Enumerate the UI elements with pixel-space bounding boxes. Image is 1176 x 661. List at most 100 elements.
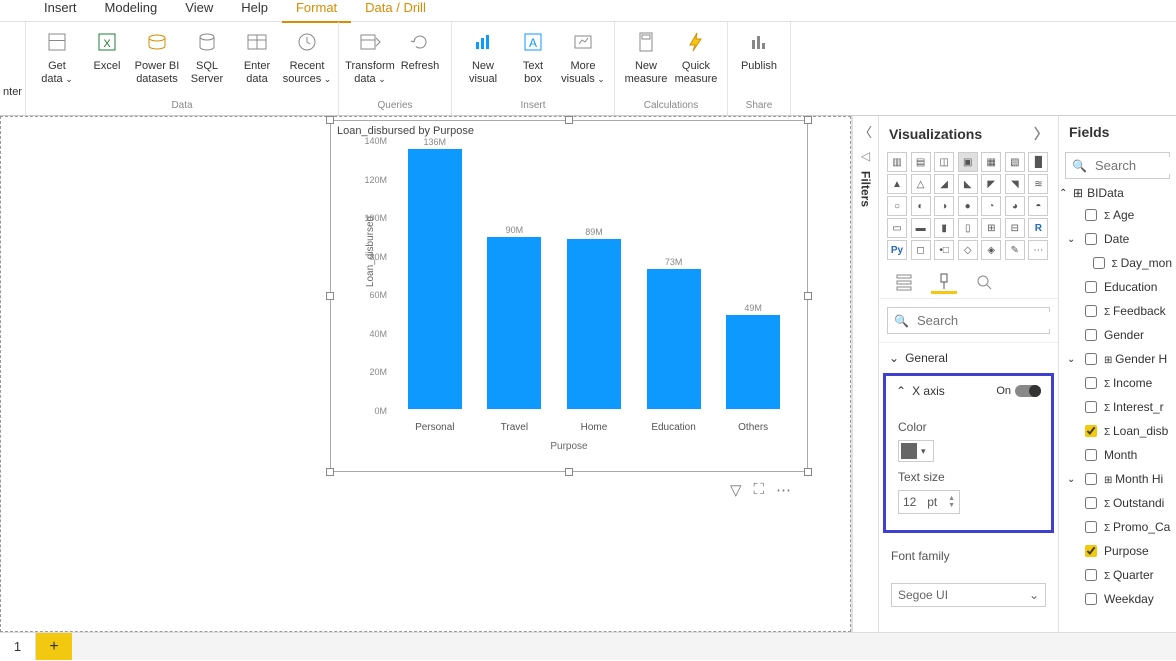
bar[interactable] [726,315,780,409]
viz-search[interactable]: 🔍 [887,307,1050,334]
field-checkbox[interactable] [1085,497,1097,509]
resize-handle[interactable] [804,116,812,124]
viz-type-icon[interactable]: ⊞ [981,218,1001,238]
more-visuals-button[interactable]: More visuals [558,24,608,86]
viz-type-icon[interactable]: ◈ [981,240,1001,260]
general-section[interactable]: ⌄General [879,343,1058,373]
resize-handle[interactable] [804,468,812,476]
field-checkbox[interactable] [1085,209,1097,221]
filter-shape-icon[interactable]: ◁ [861,149,870,163]
field-checkbox[interactable] [1085,233,1097,245]
field-checkbox[interactable] [1085,305,1097,317]
recent-sources-button[interactable]: Recent sources [282,24,332,86]
xaxis-color-picker[interactable]: ▾ [898,440,934,462]
viz-type-icon[interactable]: ◤ [981,174,1001,194]
field-checkbox[interactable] [1085,521,1097,533]
viz-type-icon[interactable]: ◕ [1005,196,1025,216]
bar[interactable] [567,239,621,409]
viz-type-icon[interactable]: ▭ [887,218,907,238]
resize-handle[interactable] [326,292,334,300]
collapse-viz-icon[interactable]: 〉 [1034,124,1048,144]
font-family-select[interactable]: Segoe UI ⌄ [891,583,1046,607]
field-checkbox[interactable] [1085,473,1097,485]
tab-view[interactable]: View [171,0,227,21]
field-row[interactable]: Weekday [1059,587,1176,611]
transform-data-button[interactable]: Transform data [345,24,395,86]
viz-type-icon[interactable]: ◻ [911,240,931,260]
viz-type-icon[interactable]: ○ [887,196,907,216]
fields-tab[interactable] [891,270,917,294]
viz-type-icon[interactable]: ◔ [981,196,1001,216]
field-checkbox[interactable] [1085,569,1097,581]
viz-type-icon[interactable]: ◇ [958,240,978,260]
quick-measure-button[interactable]: Quick measure [671,24,721,86]
field-row[interactable]: ⌄Gender H [1059,347,1176,371]
viz-type-icon[interactable]: R [1028,218,1048,238]
fields-search-input[interactable] [1093,157,1176,174]
viz-type-icon[interactable]: ◥ [1005,174,1025,194]
field-checkbox[interactable] [1085,545,1097,557]
format-tab[interactable] [931,270,957,294]
step-up-icon[interactable]: ▲ [948,495,955,502]
viz-type-icon[interactable]: ▣ [958,152,978,172]
enter-data-button[interactable]: Enter data [232,24,282,86]
fields-table-header[interactable]: ⌃⊞BIData [1059,183,1176,203]
field-row[interactable]: Feedback [1059,299,1176,323]
xaxis-toggle[interactable]: On [996,385,1041,397]
viz-type-icon[interactable]: █ [1028,152,1048,172]
excel-button[interactable]: XExcel [82,24,132,73]
viz-type-icon[interactable]: ▮ [934,218,954,238]
viz-type-icon[interactable]: ⊟ [1005,218,1025,238]
field-checkbox[interactable] [1085,377,1097,389]
viz-type-icon[interactable]: ◓ [1028,196,1048,216]
tab-data-drill[interactable]: Data / Drill [351,0,440,21]
resize-handle[interactable] [565,116,573,124]
field-row[interactable]: Purpose [1059,539,1176,563]
viz-type-icon[interactable]: ▬ [911,218,931,238]
field-checkbox[interactable] [1093,257,1105,269]
field-checkbox[interactable] [1085,425,1097,437]
viz-search-input[interactable] [915,312,1058,329]
field-row[interactable]: Promo_Ca [1059,515,1176,539]
xaxis-text-size-input[interactable]: 12 pt ▲▼ [898,490,960,514]
viz-type-icon[interactable]: ◑ [934,196,954,216]
viz-type-icon[interactable]: ⋯ [1028,240,1048,260]
resize-handle[interactable] [326,116,334,124]
field-checkbox[interactable] [1085,329,1097,341]
pbi-datasets-button[interactable]: Power BI datasets [132,24,182,86]
viz-type-icon[interactable]: ▥ [887,152,907,172]
text-box-button[interactable]: AText box [508,24,558,86]
viz-type-icon[interactable]: ✎ [1005,240,1025,260]
viz-type-icon[interactable]: ◐ [911,196,931,216]
tab-help[interactable]: Help [227,0,282,21]
refresh-button[interactable]: Refresh [395,24,445,73]
viz-type-icon[interactable]: ▯ [958,218,978,238]
field-row[interactable]: ⌄Month Hi [1059,467,1176,491]
new-measure-button[interactable]: New measure [621,24,671,86]
tab-format[interactable]: Format [282,0,351,23]
field-checkbox[interactable] [1085,353,1097,365]
field-row[interactable]: Day_mon [1059,251,1176,275]
more-options-icon[interactable]: ⋯ [776,481,791,499]
viz-type-icon[interactable]: ▦ [981,152,1001,172]
bar-chart-visual[interactable]: Loan_disbursed by Purpose Loan_disbursed… [330,120,808,472]
sql-server-button[interactable]: SQL Server [182,24,232,86]
field-row[interactable]: Income [1059,371,1176,395]
focus-mode-icon[interactable]: ⛶ [753,481,764,499]
field-checkbox[interactable] [1085,401,1097,413]
field-row[interactable]: Month [1059,443,1176,467]
field-row[interactable]: Loan_disb [1059,419,1176,443]
field-row[interactable]: Age [1059,203,1176,227]
bar[interactable] [487,237,541,409]
viz-type-icon[interactable]: •□ [934,240,954,260]
bar[interactable] [408,149,462,409]
new-visual-button[interactable]: New visual [458,24,508,86]
step-down-icon[interactable]: ▼ [948,502,955,509]
analytics-tab[interactable] [971,270,997,294]
field-row[interactable]: Interest_r [1059,395,1176,419]
field-row[interactable]: ⌄Date [1059,227,1176,251]
resize-handle[interactable] [804,292,812,300]
field-row[interactable]: Outstandi [1059,491,1176,515]
viz-type-icon[interactable]: ◣ [958,174,978,194]
viz-type-icon[interactable]: ▤ [911,152,931,172]
